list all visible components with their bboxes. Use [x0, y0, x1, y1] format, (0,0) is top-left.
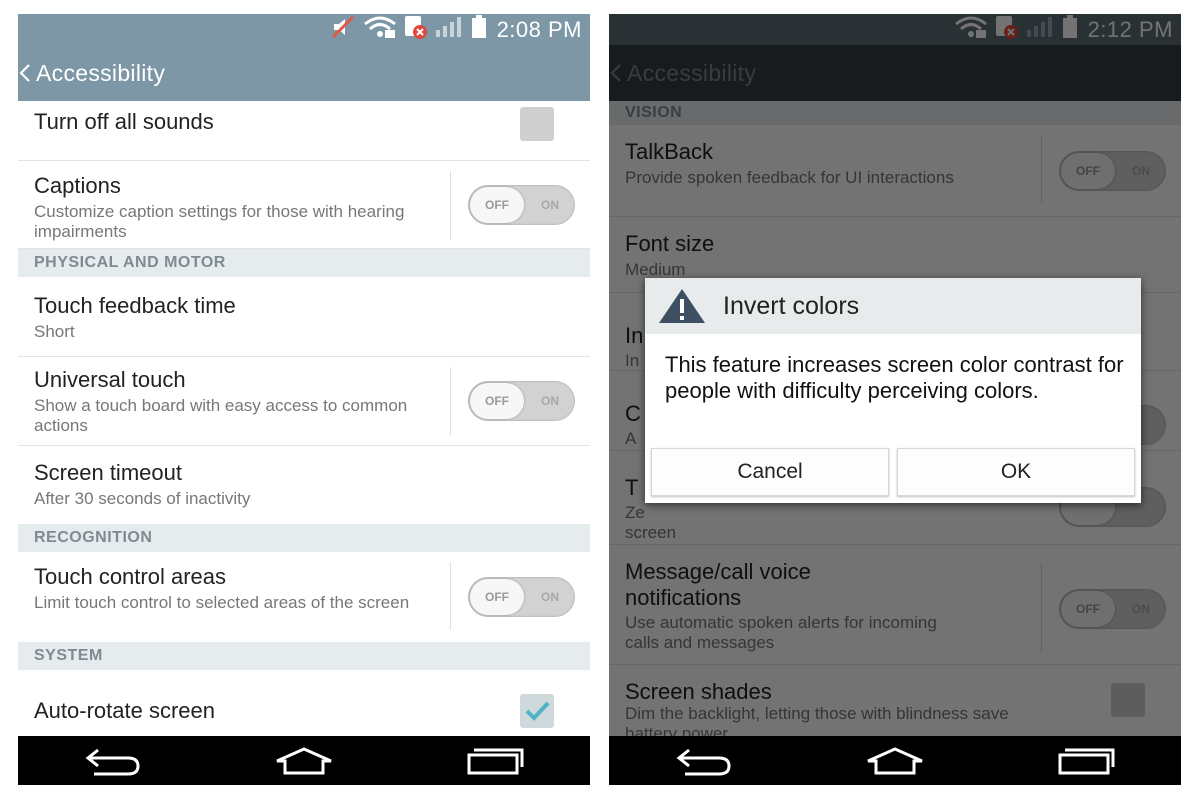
navigation-bar: [609, 736, 1181, 785]
item-subtitle: After 30 seconds of inactivity: [34, 489, 251, 508]
auto-rotate-checkbox[interactable]: [520, 694, 554, 728]
warning-icon: [657, 287, 707, 325]
back-chevron-icon[interactable]: [609, 53, 627, 93]
list-item-message-call-voice[interactable]: Message/call voice notifications Use aut…: [609, 545, 1181, 665]
item-title: Touch control areas: [34, 564, 226, 589]
item-title: Captions: [34, 173, 121, 198]
cancel-button[interactable]: Cancel: [651, 448, 889, 496]
status-bar: 2:08 PM: [18, 14, 590, 45]
battery-icon: [1062, 15, 1078, 44]
item-subtitle: Short: [34, 322, 75, 341]
item-subtitle: Show a touch board with easy access to c…: [34, 396, 408, 435]
sim-error-icon: [403, 14, 429, 45]
item-title: C: [625, 401, 641, 426]
list-item-screen-timeout[interactable]: Screen timeout After 30 seconds of inact…: [18, 446, 590, 524]
item-subtitle: Ze: [625, 503, 645, 522]
left-phone-screen: 2:08 PM Accessibility Turn off all sound…: [18, 14, 590, 785]
home-icon[interactable]: [855, 741, 935, 781]
page-title: Accessibility: [36, 59, 166, 86]
list-item-talkback[interactable]: TalkBack Provide spoken feedback for UI …: [609, 125, 1181, 217]
home-icon[interactable]: [264, 741, 344, 781]
item-title: Touch feedback time: [34, 293, 236, 318]
item-title: Screen timeout: [34, 460, 182, 485]
list-item-auto-rotate[interactable]: Auto-rotate screen: [18, 670, 590, 736]
settings-list: Turn off all sounds Captions Customize c…: [18, 101, 590, 736]
navigation-bar: [18, 736, 590, 785]
section-header-system: SYSTEM: [18, 642, 590, 670]
battery-icon: [471, 15, 487, 44]
screen-shades-checkbox[interactable]: [1111, 683, 1145, 717]
dialog-buttons: Cancel OK: [651, 448, 1135, 496]
item-subtitle: Use automatic spoken alerts for incoming…: [625, 613, 937, 652]
dialog-title: Invert colors: [723, 291, 860, 320]
item-subtitle: Limit touch control to selected areas of…: [34, 593, 410, 612]
item-subtitle: Customize caption settings for those wit…: [34, 202, 405, 241]
toggle-off-label: OFF: [1061, 153, 1115, 189]
toggle-on-label: ON: [1132, 602, 1150, 616]
list-item-touch-control-areas[interactable]: Touch control areas Limit touch control …: [18, 552, 590, 641]
page-title: Accessibility: [627, 59, 757, 86]
universal-touch-toggle[interactable]: OFF ON: [468, 381, 575, 421]
toggle-off-label: OFF: [470, 187, 524, 223]
toggle-off-label: OFF: [470, 383, 524, 419]
toggle-on-label: ON: [541, 198, 559, 212]
item-subtitle: A: [625, 429, 637, 448]
item-title: Universal touch: [34, 367, 186, 392]
talkback-toggle[interactable]: OFF ON: [1059, 151, 1166, 191]
toggle-off-label: OFF: [470, 579, 524, 615]
section-header-physical-motor: PHYSICAL AND MOTOR: [18, 249, 590, 277]
back-icon[interactable]: [73, 741, 153, 781]
action-bar[interactable]: Accessibility: [609, 45, 1181, 101]
voice-notifications-toggle[interactable]: OFF ON: [1059, 589, 1166, 629]
touch-control-toggle[interactable]: OFF ON: [468, 577, 575, 617]
item-subtitle: Medium: [625, 260, 686, 279]
signal-icon: [435, 16, 465, 43]
item-title: T: [625, 475, 639, 500]
list-item-universal-touch[interactable]: Universal touch Show a touch board with …: [18, 357, 590, 446]
item-title: In: [625, 323, 644, 348]
wifi-icon: [954, 15, 988, 44]
item-title: Screen shades: [625, 679, 772, 704]
toggle-on-label: ON: [541, 394, 559, 408]
sim-error-icon: [994, 14, 1020, 45]
item-title: Message/call voice notifications: [625, 559, 811, 610]
item-title: Turn off all sounds: [34, 109, 214, 134]
recent-apps-icon[interactable]: [1046, 741, 1126, 781]
section-header-recognition: RECOGNITION: [18, 524, 590, 552]
list-item-touch-feedback-time[interactable]: Touch feedback time Short: [18, 277, 590, 357]
item-subtitle: Dim the backlight, letting those with bl…: [625, 704, 1009, 736]
item-subtitle-2: screen: [625, 523, 677, 542]
signal-icon: [1026, 16, 1056, 43]
list-item-screen-shades[interactable]: Screen shades Dim the backlight, letting…: [609, 665, 1181, 736]
list-item-turn-off-sounds[interactable]: Turn off all sounds: [18, 101, 590, 161]
back-chevron-icon[interactable]: [18, 53, 36, 93]
dialog-message: This feature increases screen color cont…: [665, 352, 1124, 403]
recent-apps-icon[interactable]: [455, 741, 535, 781]
status-time: 2:12 PM: [1087, 16, 1173, 42]
item-title: Auto-rotate screen: [34, 698, 215, 723]
item-title: Font size: [625, 231, 715, 256]
mute-icon: [331, 15, 357, 44]
item-subtitle: In: [625, 351, 640, 370]
captions-toggle[interactable]: OFF ON: [468, 185, 575, 225]
dialog-header: Invert colors: [645, 278, 1141, 334]
toggle-off-label: OFF: [1061, 591, 1115, 627]
back-icon[interactable]: [664, 741, 744, 781]
status-time: 2:08 PM: [496, 16, 582, 42]
toggle-on-label: ON: [1132, 164, 1150, 178]
list-item-captions[interactable]: Captions Customize caption settings for …: [18, 161, 590, 249]
ok-button[interactable]: OK: [897, 448, 1135, 496]
sounds-checkbox[interactable]: [520, 107, 554, 141]
action-bar[interactable]: Accessibility: [18, 45, 590, 101]
right-phone-screen: 2:12 PM Accessibility VISION TalkBack Pr…: [609, 14, 1181, 785]
status-bar: 2:12 PM: [609, 14, 1181, 45]
wifi-icon: [363, 15, 397, 44]
section-header-vision: VISION: [609, 101, 1181, 125]
item-title: TalkBack: [625, 139, 714, 164]
toggle-on-label: ON: [541, 590, 559, 604]
invert-colors-dialog: Invert colors This feature increases scr…: [645, 278, 1141, 503]
item-subtitle: Provide spoken feedback for UI interacti…: [625, 168, 954, 187]
